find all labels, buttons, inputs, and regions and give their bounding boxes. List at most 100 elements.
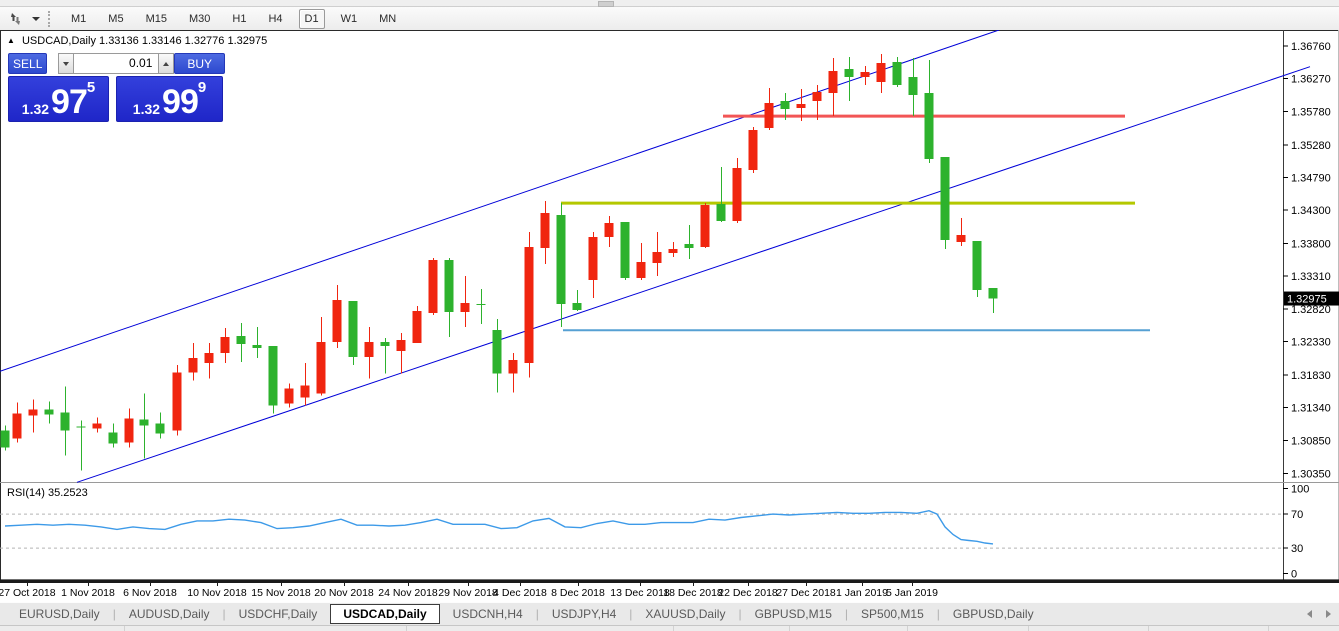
candle-body [253,345,262,348]
volume-input[interactable]: 0.01 [74,53,158,74]
candle-body [205,353,214,363]
candle-body [109,432,118,443]
date-tick [806,583,807,586]
candle-body [637,262,646,278]
sell-price-big: 97 [51,85,87,119]
tab-scroll-right-icon[interactable] [1326,610,1331,618]
candle-body [317,342,326,393]
sell-price-panel[interactable]: 1.32 97 5 [8,76,109,122]
chart-ohlc-values: 1.33136 1.33146 1.32776 1.32975 [99,35,267,47]
tab-usdcad-daily[interactable]: USDCAD,Daily [330,604,439,624]
candle-body [557,215,566,304]
timeframe-button-mn[interactable]: MN [373,9,402,29]
date-tick [150,583,151,586]
candle-body [301,385,310,397]
price-axis-label: 1.35280 [1291,140,1331,152]
timeframe-button-d1[interactable]: D1 [299,9,325,29]
timeframe-button-m30[interactable]: M30 [183,9,216,29]
candle-body [13,413,22,438]
date-tick [578,583,579,586]
toolbar-grip[interactable] [48,11,50,27]
rsi-axis-label: 100 [1291,484,1309,496]
volume-decrease-button[interactable] [58,53,74,74]
candle-body [221,337,230,353]
rsi-indicator-label: RSI(14) 35.2523 [7,487,88,499]
timeframe-button-m5[interactable]: M5 [102,9,129,29]
timeframe-buttons: M1 M5 M15 M30 H1 H4 D1 W1 MN [60,9,407,29]
candle-body [461,303,470,312]
candle-body [445,260,454,312]
date-label: 15 Nov 2018 [251,587,311,599]
timeframe-button-w1[interactable]: W1 [335,9,364,29]
price-axis-label: 1.30350 [1291,469,1331,481]
symbol-periods-button[interactable] [4,9,44,29]
candle-body [156,423,165,433]
date-tick [640,583,641,586]
price-axis-label: 1.35780 [1291,106,1331,118]
date-label: 27 Dec 2018 [776,587,836,599]
candle-body [349,301,358,357]
statusbar-separator [406,626,407,631]
candle-body [381,342,390,346]
candle-body [909,77,918,95]
candle-body [749,130,758,170]
date-label: 10 Nov 2018 [187,587,247,599]
timeframe-button-m15[interactable]: M15 [140,9,173,29]
candle-body [1,430,10,447]
timeframe-button-m1[interactable]: M1 [65,9,92,29]
tab-sp500-m15[interactable]: SP500,M15 [848,605,937,623]
candle-body [989,288,998,298]
statusbar-separator [1148,626,1149,631]
tab-usdchf-daily[interactable]: USDCHF,Daily [226,605,331,623]
candle-body [621,222,630,278]
price-axis-label: 1.32820 [1291,304,1331,316]
candle-body [541,213,550,248]
sell-price-sup: 5 [87,80,95,95]
tab-usdjpy-h4[interactable]: USDJPY,H4 [539,605,629,623]
candle-body [957,235,966,242]
tab-usdcnh-h4[interactable]: USDCNH,H4 [440,605,536,623]
price-axis-label: 1.31340 [1291,403,1331,415]
rsi-axis-label: 70 [1291,509,1303,521]
statusbar-separator [673,626,674,631]
date-tick [27,583,28,586]
buy-price-panel[interactable]: 1.32 99 9 [116,76,223,122]
buy-button[interactable]: BUY [174,53,225,74]
price-axis-label: 1.33800 [1291,238,1331,250]
statusbar-separator [907,626,908,631]
tab-gbpusd-daily[interactable]: GBPUSD,Daily [940,605,1047,623]
candle-body [269,346,278,405]
spinner-up-icon [163,62,169,66]
date-tick [693,583,694,586]
statusbar-separator [1268,626,1269,631]
candle-body [781,101,790,109]
candle-body [941,157,950,240]
date-axis[interactable]: 27 Oct 20181 Nov 20186 Nov 201810 Nov 20… [0,581,1339,604]
price-axis-label: 1.31830 [1291,370,1331,382]
tab-audusd-daily[interactable]: AUDUSD,Daily [116,605,223,623]
timeframe-button-h4[interactable]: H4 [262,9,288,29]
candle-body [189,358,198,372]
current-price-value: 1.32975 [1287,294,1327,306]
date-tick [748,583,749,586]
candle-body [429,260,438,313]
caret-down-icon [32,17,40,21]
sell-button[interactable]: SELL [8,53,47,74]
spinner-down-icon [63,62,69,66]
candle-body [877,63,886,82]
trendline-lower[interactable] [77,67,1310,483]
tab-scroll-left-icon[interactable] [1307,610,1312,618]
one-click-panel: SELL 0.01 BUY 1.32 97 5 1.32 99 9 [8,53,225,122]
date-label: 13 Dec 2018 [610,587,670,599]
chart-collapse-icon[interactable]: ▲ [7,36,15,45]
timeframe-toolbar: M1 M5 M15 M30 H1 H4 D1 W1 MN [0,7,1339,31]
timeframe-button-h1[interactable]: H1 [226,9,252,29]
tab-gbpusd-m15[interactable]: GBPUSD,M15 [742,605,845,623]
volume-increase-button[interactable] [158,53,174,74]
date-label: 4 Dec 2018 [493,587,547,599]
tab-xauusd-daily[interactable]: XAUUSD,Daily [632,605,738,623]
chart-window: 1.367601.362701.357801.352801.347901.343… [0,30,1339,581]
tab-eurusd-daily[interactable]: EURUSD,Daily [6,605,113,623]
date-tick [408,583,409,586]
candle-body [813,92,822,101]
